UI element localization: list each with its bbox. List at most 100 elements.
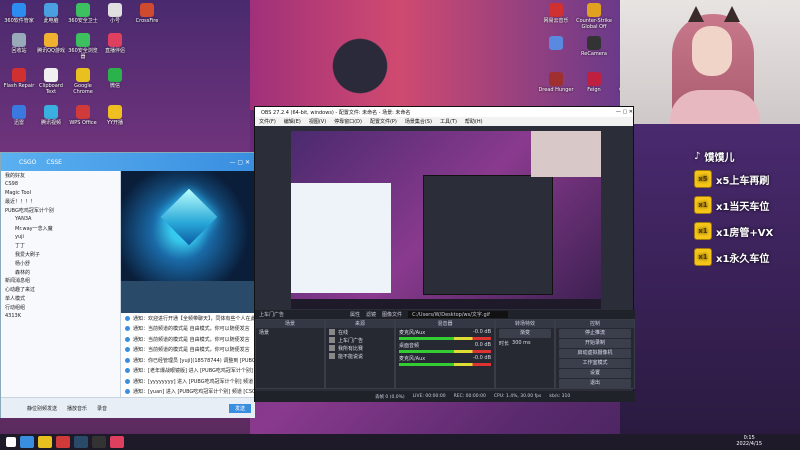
task-live[interactable] xyxy=(110,436,124,448)
notice-icon xyxy=(125,347,130,353)
menu-item[interactable]: 工具(T) xyxy=(440,118,457,125)
channel-folder[interactable]: 行动组组 xyxy=(1,303,120,312)
menu-item[interactable]: 视图(V) xyxy=(309,118,326,125)
menu-item[interactable]: 停靠窗口(D) xyxy=(334,118,362,125)
window-controls[interactable]: — ▢ ✕ xyxy=(229,159,254,166)
desktop-icon[interactable]: 腾讯视频 xyxy=(35,105,67,126)
menu-item[interactable]: 帮助(H) xyxy=(465,118,483,125)
menu-item[interactable]: 配置文件(P) xyxy=(370,118,397,125)
channel-item[interactable]: Mr.way一念入魔 xyxy=(1,224,120,233)
message-row: 通知：[yyyyyyyy] 进入 [PUBG吃鸡冠军计个别] 频道 xyxy=(121,376,255,387)
channel-folder[interactable]: 单人模式 xyxy=(1,294,120,303)
play-music-button[interactable]: 播放音乐 xyxy=(67,405,87,412)
channel-item[interactable]: YAN3A xyxy=(1,215,120,224)
mixer-db: 0.0 dB xyxy=(474,342,491,348)
desktop-icon[interactable] xyxy=(536,36,576,51)
channel-folder[interactable]: 新闻消息组 xyxy=(1,277,120,286)
desktop-icon-label: 微信 xyxy=(109,83,120,89)
qq-channel-list[interactable]: 我的好友 CS98 Magic Tool 最近！！！！ PUBG吃鸡冠军计个别 YAN3A… xyxy=(1,171,121,397)
menu-item[interactable]: 编辑(E) xyxy=(284,118,301,125)
channel-item[interactable]: Magic Tool xyxy=(1,189,120,198)
desktop-icon[interactable]: Google Chrome xyxy=(67,68,99,95)
app-icon xyxy=(76,33,90,47)
volume-meter xyxy=(399,363,491,366)
desktop-icon[interactable]: 腾讯QQ游戏 xyxy=(35,33,67,54)
menu-item[interactable]: 场景集合(S) xyxy=(405,118,432,125)
desktop-icon-label: Flash Repair xyxy=(3,83,35,89)
transition-select[interactable]: 渐变 xyxy=(499,329,551,338)
qq-group-chat-window: CSGO CSSE — ▢ ✕ 我的好友 CS98 Magic Tool 最近！！！！ PU… xyxy=(0,152,255,418)
channel-item[interactable]: 森林的 xyxy=(1,268,120,277)
scene-item[interactable]: 场景 xyxy=(256,328,324,336)
taskbar-clock[interactable]: 0:15 2022/4/15 xyxy=(736,435,762,447)
desktop-icon-label: 360安全卫士 xyxy=(68,18,98,24)
desktop-icon[interactable]: Dread Hunger xyxy=(536,72,576,93)
app-icon xyxy=(587,72,601,86)
send-button[interactable]: 发送 xyxy=(228,403,251,413)
filters-button[interactable]: 滤镜 xyxy=(366,311,376,318)
desktop-icon[interactable]: 微信 xyxy=(99,68,131,89)
volume-meter xyxy=(399,337,491,340)
message-row: 通知：欢迎进行开通【全频带聊天】，同体有些个人在此开通 xyxy=(121,313,255,324)
window-controls[interactable]: — ▢ ✕ xyxy=(616,109,633,115)
start-button[interactable] xyxy=(6,437,16,447)
mic-mode-button[interactable]: 静位别频发送 xyxy=(27,405,57,412)
desktop-icon[interactable]: 网易云音乐 xyxy=(536,3,576,24)
channel-item[interactable]: 杨小舒 xyxy=(1,259,120,268)
desktop-icon[interactable]: YY开播 xyxy=(99,105,131,126)
obs-preview[interactable] xyxy=(291,131,601,309)
sources-panel: 来源 在线 上车门广告 我所有比赛 能不能说说 xyxy=(325,319,395,389)
channel-item[interactable]: PUBG吃鸡冠军计个别 xyxy=(1,206,120,215)
desktop-icon[interactable]: Counter-Strike Global Off xyxy=(574,3,614,30)
desktop-icon[interactable]: Clipboard Text xyxy=(35,68,67,95)
channel-folder[interactable]: 心动趣了来过 xyxy=(1,285,120,294)
desktop-icon[interactable]: 迅雷 xyxy=(3,105,35,126)
channel-folder[interactable]: 4313K xyxy=(1,312,120,321)
mixer-label: 麦克风/Aux xyxy=(399,355,426,362)
scene-label: 场景 xyxy=(259,329,270,336)
task-chrome[interactable] xyxy=(38,436,52,448)
image-path-field[interactable]: C:/Users/W/Desktop/ws/文字.gif xyxy=(408,311,509,318)
badge-icon: x5 xyxy=(694,170,712,188)
desktop-icon[interactable]: CrossFire xyxy=(131,3,163,24)
channel-item[interactable]: 丁丁 xyxy=(1,241,120,250)
desktop-icon[interactable]: 360安全浏览器 xyxy=(67,33,99,60)
desktop-icon[interactable]: 直播伴侣 xyxy=(99,33,131,54)
task-steam[interactable] xyxy=(74,436,88,448)
channel-item[interactable]: yuji xyxy=(1,233,120,242)
desktop-icon[interactable]: ReCamera xyxy=(574,36,614,57)
control-button[interactable]: 开始录制 xyxy=(559,339,631,348)
source-item[interactable]: 上车门广告 xyxy=(326,336,394,344)
task-app[interactable] xyxy=(56,436,70,448)
channel-item[interactable]: CS98 xyxy=(1,180,120,189)
desktop-icon[interactable]: WPS Office xyxy=(67,105,99,126)
source-item[interactable]: 我所有比赛 xyxy=(326,344,394,352)
menu-item[interactable]: 文件(F) xyxy=(259,118,276,125)
source-item[interactable]: 在线 xyxy=(326,328,394,336)
record-button[interactable]: 录音 xyxy=(97,405,107,412)
channel-item[interactable]: 我的好友 xyxy=(1,171,120,180)
control-button[interactable]: 启动虚拟摄像机 xyxy=(559,349,631,358)
task-browser[interactable] xyxy=(20,436,34,448)
desktop-icon[interactable]: 回收站 xyxy=(3,33,35,54)
desktop-icons-right: 网易云音乐 Counter-Strike Global Off ReCamera Dr… xyxy=(536,0,637,110)
control-button[interactable]: 工作室模式 xyxy=(559,359,631,368)
app-icon xyxy=(108,3,122,17)
control-button[interactable]: 退出 xyxy=(559,379,631,388)
desktop-icon[interactable]: 小号 xyxy=(99,3,131,24)
duration-field[interactable]: 300 ms xyxy=(512,340,531,346)
control-button[interactable]: 设置 xyxy=(559,369,631,378)
channel-item[interactable]: 最近！！！！ xyxy=(1,197,120,206)
desktop-icon[interactable]: 360软件管家 xyxy=(3,3,35,24)
source-item[interactable]: 能不能说说 xyxy=(326,352,394,360)
mixer-channel: 桌面音频 0.0 dB xyxy=(396,341,494,349)
desktop-icon[interactable]: 此电脑 xyxy=(35,3,67,24)
properties-button[interactable]: 属性 xyxy=(350,311,360,318)
task-obs[interactable] xyxy=(92,436,106,448)
control-button[interactable]: 停止推流 xyxy=(559,329,631,338)
channel-item[interactable]: 我爱大刷子 xyxy=(1,250,120,259)
desktop-icon[interactable]: Flash Repair xyxy=(3,68,35,89)
app-icon xyxy=(44,3,58,17)
desktop-icon[interactable]: 360安全卫士 xyxy=(67,3,99,24)
message-text: 通知：[yyyyyyyy] 进入 [PUBG吃鸡冠军计个别] 频道 xyxy=(133,378,254,385)
